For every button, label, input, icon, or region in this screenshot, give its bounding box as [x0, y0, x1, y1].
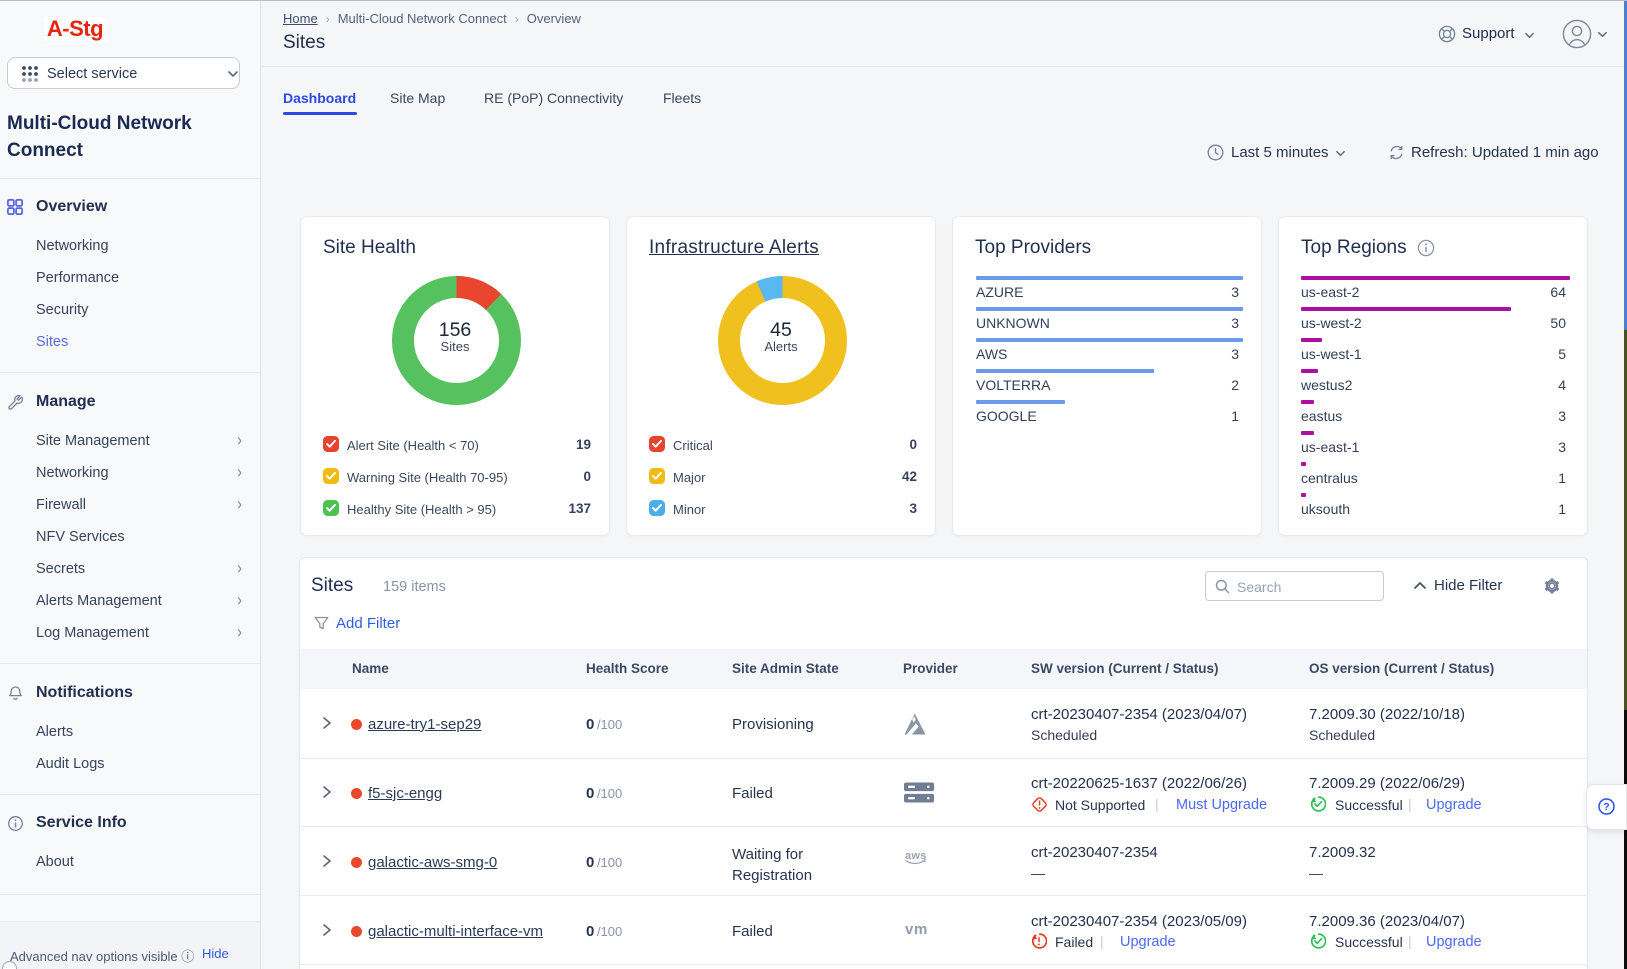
svg-text:?: ?	[1603, 801, 1609, 813]
svg-text:aws: aws	[905, 850, 927, 862]
